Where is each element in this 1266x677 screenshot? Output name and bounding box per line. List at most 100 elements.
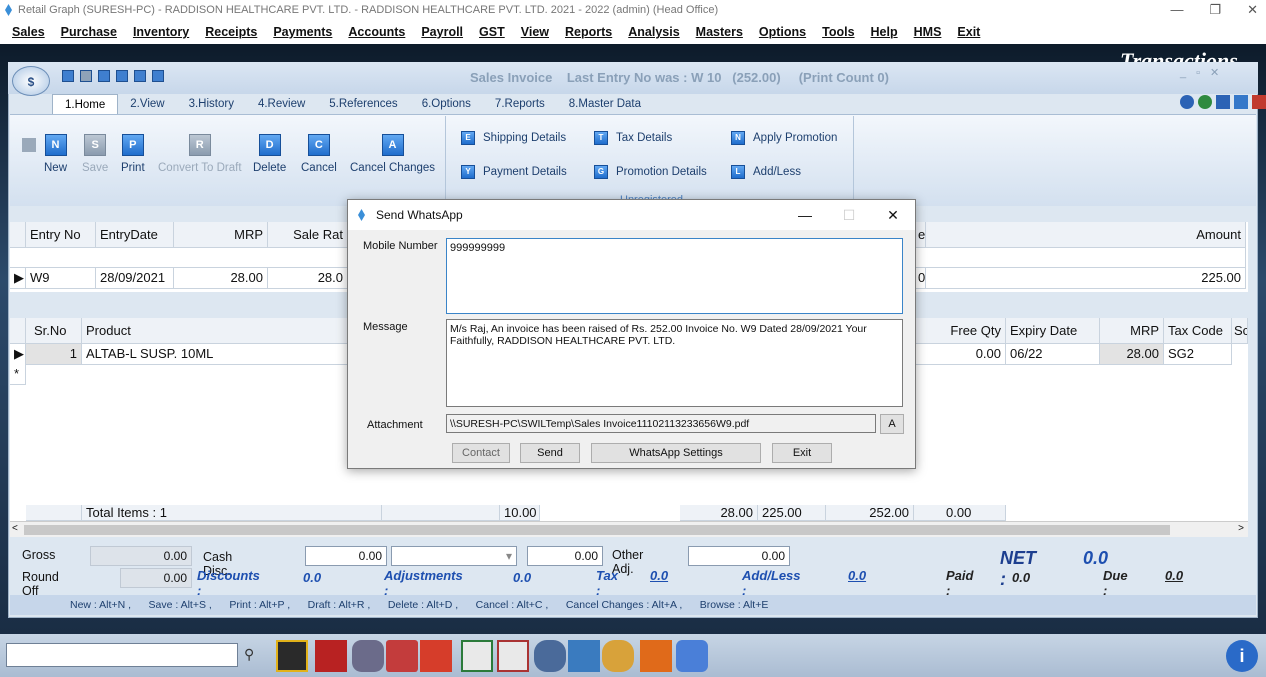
mobile-number-input[interactable]: 999999999 [446,238,903,314]
inventory-icon[interactable] [352,640,384,672]
send-button[interactable]: Send [520,443,580,463]
form-window-controls[interactable]: _▫✕ [1180,66,1229,79]
dialog-minimize-icon[interactable]: — [783,200,827,230]
shipping-details-button[interactable]: E Shipping Details [461,131,566,145]
close-icon[interactable]: ✕ [1247,0,1258,20]
tab-home[interactable]: 1.Home [52,94,119,114]
info-icon[interactable] [1216,95,1230,109]
item-expiry[interactable]: 06/22 [1006,344,1100,365]
help-icon[interactable] [1180,95,1194,109]
tax-details-button[interactable]: T Tax Details [594,131,672,145]
attach-button[interactable]: A [880,414,904,434]
menu-sales[interactable]: Sales [12,25,45,39]
qat-changes-icon[interactable] [152,70,164,82]
contact-button[interactable]: Contact [452,443,510,463]
sale-rate-value[interactable]: 28.0 [268,268,348,289]
item-tax-code[interactable]: SG2 [1164,344,1232,365]
scroll-thumb[interactable] [24,525,1170,535]
disc-pct-field[interactable]: 0.00 [527,546,603,566]
restore-icon[interactable]: ❐ [1209,0,1221,20]
cash-book-icon[interactable] [386,640,418,672]
menu-gst[interactable]: GST [479,25,505,39]
hands-icon[interactable] [534,640,566,672]
mrp-value[interactable]: 28.00 [174,268,268,289]
printer-icon[interactable] [676,640,708,672]
tab-reports[interactable]: 7.Reports [483,94,557,114]
menu-masters[interactable]: Masters [696,25,743,39]
quick-search-input[interactable] [6,643,238,667]
add-less-value[interactable]: 0.0 [848,568,866,583]
new-row-expiry[interactable] [1006,364,1100,365]
add-less-button[interactable]: L Add/Less [731,165,801,179]
purchase-icon[interactable] [315,640,347,672]
promotion-details-button[interactable]: G Promotion Details [594,165,707,179]
barcode-icon[interactable] [568,640,600,672]
info-icon-tb[interactable]: i [1226,640,1258,672]
exit-button[interactable]: Exit [772,443,832,463]
menu-analysis[interactable]: Analysis [628,25,679,39]
dialog-close-icon[interactable]: ✕ [871,200,915,230]
window-icon[interactable] [1234,95,1248,109]
menu-payments[interactable]: Payments [273,25,332,39]
new-row-free[interactable] [914,364,1006,365]
entry-no-value[interactable]: W9 [26,268,96,289]
qat-cancel-icon[interactable] [134,70,146,82]
cash-disc-field[interactable]: 0.00 [305,546,387,566]
app-orb-button[interactable]: $ [12,66,50,96]
scroll-right-icon[interactable]: > [1238,523,1244,534]
qat-new-icon[interactable] [62,70,74,82]
cancel-button[interactable]: C Cancel [301,134,337,174]
payment-icon-tb[interactable] [497,640,529,672]
tab-view[interactable]: 2.View [118,94,176,114]
menu-receipts[interactable]: Receipts [205,25,257,39]
save-button[interactable]: S Save [82,134,108,174]
refresh-icon[interactable] [1198,95,1212,109]
cancel-changes-button[interactable]: A Cancel Changes [350,134,435,174]
tab-review[interactable]: 4.Review [246,94,317,114]
tab-references[interactable]: 5.References [317,94,409,114]
receipt-icon[interactable] [461,640,493,672]
qat-print-icon[interactable] [98,70,110,82]
search-icon[interactable]: ⚲ [244,646,254,663]
entry-date-value[interactable]: 28/09/2021 [96,268,174,289]
disc-type-select[interactable]: ▾ [391,546,517,566]
delete-button[interactable]: D Delete [253,134,286,174]
menu-options[interactable]: Options [759,25,806,39]
menu-exit[interactable]: Exit [957,25,980,39]
sales-icon[interactable] [276,640,308,672]
transfer-icon[interactable] [640,640,672,672]
message-textarea[interactable]: M/s Raj, An invoice has been raised of R… [446,319,903,407]
convert-to-draft-button[interactable]: R Convert To Draft [158,134,242,174]
minimize-icon[interactable]: — [1170,0,1183,20]
horizontal-scrollbar[interactable]: < > [10,521,1248,537]
item-product[interactable]: ALTAB-L SUSP. 10ML [82,344,350,365]
menu-accounts[interactable]: Accounts [348,25,405,39]
menu-reports[interactable]: Reports [565,25,612,39]
tax-value[interactable]: 0.0 [650,568,668,583]
new-button[interactable]: N New [44,134,67,174]
menu-help[interactable]: Help [871,25,898,39]
apply-promotion-button[interactable]: N Apply Promotion [731,131,837,145]
tab-master-data[interactable]: 8.Master Data [557,94,653,114]
new-row-product[interactable] [82,364,350,365]
scroll-left-icon[interactable]: < [12,523,18,534]
tab-history[interactable]: 3.History [177,94,246,114]
qat-save-icon[interactable] [80,70,92,82]
print-button[interactable]: P Print [121,134,145,174]
menu-view[interactable]: View [521,25,549,39]
menu-payroll[interactable]: Payroll [421,25,463,39]
menu-inventory[interactable]: Inventory [133,25,189,39]
new-row-tax[interactable] [1164,364,1232,365]
menu-purchase[interactable]: Purchase [61,25,117,39]
amount-value[interactable]: 225.00 [926,268,1246,289]
payment-details-button[interactable]: Y Payment Details [461,165,567,179]
money-bag-icon[interactable] [602,640,634,672]
item-free-qty[interactable]: 0.00 [914,344,1006,365]
qat-delete-icon[interactable] [116,70,128,82]
menu-hms[interactable]: HMS [914,25,942,39]
exit-icon[interactable] [1252,95,1266,109]
tab-options[interactable]: 6.Options [410,94,483,114]
whatsapp-settings-button[interactable]: WhatsApp Settings [591,443,761,463]
menu-tools[interactable]: Tools [822,25,854,39]
other-adj-field[interactable]: 0.00 [688,546,790,566]
